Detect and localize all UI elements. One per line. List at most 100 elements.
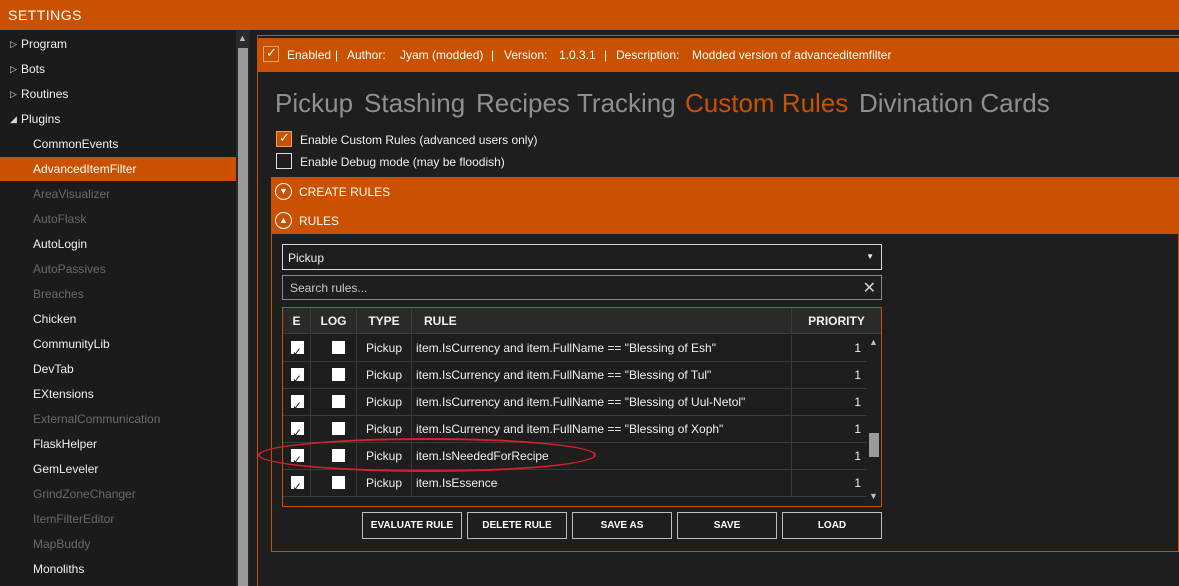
chevron-right-icon[interactable]: ▷	[10, 82, 17, 106]
create-rules-label: CREATE RULES	[299, 185, 391, 199]
create-rules-header[interactable]: ▼ CREATE RULES	[271, 177, 1179, 206]
row-log-checkbox[interactable]	[332, 395, 345, 408]
row-enabled-checkbox[interactable]	[291, 339, 304, 362]
rules-label: RULES	[299, 214, 340, 228]
rules-header[interactable]: ▲ RULES	[271, 206, 1179, 235]
sidebar-plugin-commonevents[interactable]: CommonEvents	[0, 132, 236, 156]
chevron-down-icon[interactable]: ◢	[10, 107, 17, 131]
row-rule: item.IsCurrency and item.FullName == "Bl…	[412, 389, 792, 416]
table-row[interactable]: Pickup item.IsEssence 1	[283, 470, 867, 497]
row-log-checkbox[interactable]	[332, 476, 345, 489]
enable-custom-rules-checkbox[interactable]	[276, 130, 292, 147]
sidebar-plugin-areavisualizer[interactable]: AreaVisualizer	[0, 182, 236, 206]
tab-divination-cards[interactable]: Divination Cards	[859, 88, 1050, 119]
sidebar-item-label: Routines	[21, 87, 69, 101]
table-row[interactable]: Pickup item.IsCurrency and item.FullName…	[283, 389, 867, 416]
enable-debug-checkbox[interactable]	[276, 153, 292, 169]
column-header-e[interactable]: E	[283, 308, 311, 334]
sidebar-plugin-chicken[interactable]: Chicken	[0, 307, 236, 331]
tab-pickup[interactable]: Pickup	[275, 88, 353, 119]
highlight-ellipse	[258, 438, 596, 472]
save-button[interactable]: SAVE	[677, 512, 777, 539]
version-label: Version:	[504, 48, 548, 62]
row-log-checkbox[interactable]	[332, 341, 345, 354]
sidebar-item-plugins[interactable]: ◢ Plugins	[0, 107, 236, 131]
clear-icon[interactable]: ✕	[863, 278, 876, 298]
sidebar-plugin-mapbuddy[interactable]: MapBuddy	[0, 532, 236, 556]
window-titlebar: SETTINGS	[0, 0, 1179, 30]
scroll-down-icon[interactable]: ▼	[869, 491, 878, 501]
row-enabled-checkbox[interactable]	[291, 420, 304, 443]
sidebar-plugin-autologin[interactable]: AutoLogin	[0, 232, 236, 256]
table-scroll-thumb[interactable]	[869, 433, 879, 457]
delete-rule-button[interactable]: DELETE RULE	[467, 512, 567, 539]
separator: |	[491, 48, 495, 62]
sidebar-scroll-thumb[interactable]	[238, 48, 248, 586]
evaluate-rule-button[interactable]: EVALUATE RULE	[362, 512, 462, 539]
chevron-right-icon[interactable]: ▷	[10, 32, 17, 56]
row-rule: item.IsCurrency and item.FullName == "Bl…	[412, 335, 792, 362]
sidebar-plugin-advanceditemfilter[interactable]: AdvancedItemFilter	[0, 157, 236, 181]
description-value: Modded version of advanceditemfilter	[692, 48, 892, 62]
row-log-checkbox[interactable]	[332, 422, 345, 435]
column-header-rule[interactable]: RULE	[412, 308, 792, 334]
tab-tracking[interactable]: Tracking	[577, 88, 676, 119]
row-enabled-checkbox[interactable]	[291, 474, 304, 497]
column-header-log[interactable]: LOG	[311, 308, 357, 334]
sidebar-plugin-flaskhelper[interactable]: FlaskHelper	[0, 432, 236, 456]
row-enabled-checkbox[interactable]	[291, 393, 304, 416]
chevron-down-circle-icon[interactable]: ▼	[275, 183, 292, 200]
scroll-up-icon[interactable]: ▲	[869, 337, 878, 347]
rules-table: E LOG TYPE RULE PRIORITY Pickup item.IsC…	[282, 307, 882, 507]
sidebar-item-label: Plugins	[21, 112, 61, 126]
load-button[interactable]: LOAD	[782, 512, 882, 539]
search-rules: ✕	[282, 275, 882, 300]
sidebar-item-routines[interactable]: ▷ Routines	[0, 82, 236, 106]
sidebar-plugin-extensions[interactable]: EXtensions	[0, 382, 236, 406]
sidebar-item-program[interactable]: ▷ Program	[0, 32, 236, 56]
sidebar-plugin-autoflask[interactable]: AutoFlask	[0, 207, 236, 231]
sidebar-plugin-devtab[interactable]: DevTab	[0, 357, 236, 381]
row-log-checkbox[interactable]	[332, 368, 345, 381]
search-input[interactable]	[283, 276, 853, 299]
sidebar-plugin-communitylib[interactable]: CommunityLib	[0, 332, 236, 356]
save-as-button[interactable]: SAVE AS	[572, 512, 672, 539]
chevron-down-icon[interactable]: ▼	[866, 252, 874, 261]
table-scrollbar[interactable]: ▲ ▼	[867, 335, 881, 506]
separator: |	[604, 48, 608, 62]
row-priority: 1	[854, 341, 861, 355]
enable-custom-rules-label: Enable Custom Rules (advanced users only…	[300, 133, 538, 147]
row-priority: 1	[854, 449, 861, 463]
column-header-priority[interactable]: PRIORITY	[792, 308, 881, 334]
sidebar-scrollbar[interactable]: ▲	[236, 30, 250, 586]
row-type: Pickup	[357, 335, 412, 362]
row-type: Pickup	[357, 362, 412, 389]
chevron-up-circle-icon[interactable]: ▲	[275, 212, 292, 229]
chevron-right-icon[interactable]: ▷	[10, 57, 17, 81]
sidebar-plugin-itemfiltereditor[interactable]: ItemFilterEditor	[0, 507, 236, 531]
tab-recipes[interactable]: Recipes	[476, 88, 570, 119]
column-header-type[interactable]: TYPE	[357, 308, 412, 334]
sidebar-plugin-externalcommunication[interactable]: ExternalCommunication	[0, 407, 236, 431]
sidebar-plugin-gemleveler[interactable]: GemLeveler	[0, 457, 236, 481]
plugin-enabled-checkbox[interactable]	[263, 45, 279, 62]
sidebar-plugin-monoliths[interactable]: Monoliths	[0, 557, 236, 581]
row-enabled-checkbox[interactable]	[291, 366, 304, 389]
plugin-info-bar: Enabled | Author: Jyam (modded) | Versio…	[258, 38, 1179, 72]
separator: |	[335, 48, 339, 62]
sidebar: ▷ Program ▷ Bots ▷ Routines ◢ Plugins Common…	[0, 30, 236, 586]
tab-stashing[interactable]: Stashing	[364, 88, 465, 119]
row-rule: item.IsEssence	[412, 470, 792, 497]
sidebar-item-label: Bots	[21, 62, 46, 76]
rule-type-select[interactable]: Pickup ▼	[282, 244, 882, 270]
table-row[interactable]: Pickup item.IsCurrency and item.FullName…	[283, 335, 867, 362]
sidebar-plugin-breaches[interactable]: Breaches	[0, 282, 236, 306]
scroll-up-icon[interactable]: ▲	[238, 33, 247, 43]
author-value: Jyam (modded)	[400, 48, 484, 62]
table-row[interactable]: Pickup item.IsCurrency and item.FullName…	[283, 362, 867, 389]
sidebar-item-bots[interactable]: ▷ Bots	[0, 57, 236, 81]
tab-custom-rules[interactable]: Custom Rules	[685, 88, 848, 119]
row-type: Pickup	[357, 389, 412, 416]
sidebar-plugin-autopassives[interactable]: AutoPassives	[0, 257, 236, 281]
sidebar-plugin-grindzonechanger[interactable]: GrindZoneChanger	[0, 482, 236, 506]
